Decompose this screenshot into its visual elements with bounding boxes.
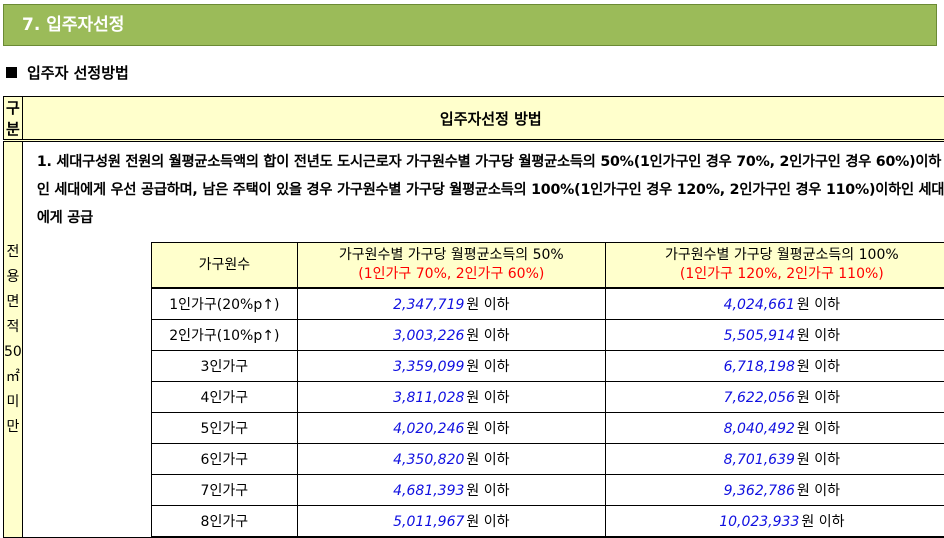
category-line1: 전용면적 [6, 243, 20, 335]
table-body-row: 전용면적 50㎡미만 1. 세대구성원 전원의 월평균소득액의 합이 전년도 도… [3, 139, 944, 538]
income-suffix: 원 이하 [796, 421, 840, 437]
income-header-size: 가구원수 [150, 242, 298, 289]
banner-title: 7. 입주자선정 [22, 15, 125, 35]
income-amount: 5,011,967 [393, 514, 465, 530]
table-row: 2인가구(10%p↑) 3,003,226 원 이하 5,505,914 원 이하 [150, 319, 944, 351]
income-amount: 10,023,933 [719, 514, 800, 530]
income-50-cell: 2,347,719 원 이하 [296, 287, 606, 320]
income-amount: 8,040,492 [723, 421, 795, 437]
income-suffix: 원 이하 [796, 328, 840, 344]
income-rows: 1인가구(20%p↑) 2,347,719 원 이하 4,024,661 원 이하 2인가… [150, 287, 944, 537]
income-50-cell: 3,003,226 원 이하 [296, 319, 606, 351]
income-amount: 6,718,198 [723, 359, 795, 375]
income-suffix: 원 이하 [796, 359, 840, 375]
income-suffix: 원 이하 [796, 452, 840, 468]
income-50-cell: 5,011,967 원 이하 [296, 505, 606, 537]
household-size-cell: 3인가구 [150, 350, 298, 382]
income-header-100-line2: (1인가구 120%, 2인가구 110%) [679, 266, 884, 282]
income-amount: 9,362,786 [723, 483, 795, 499]
income-header-100-line1: 가구원수별 가구당 월평균소득의 100% [664, 247, 899, 263]
income-amount: 3,359,099 [393, 359, 465, 375]
table-row: 6인가구 4,350,820 원 이하 8,701,639 원 이하 [150, 443, 944, 475]
income-100-cell: 4,024,661 원 이하 [604, 287, 944, 320]
selection-method-table: 구 분 입주자선정 방법 전용면적 50㎡미만 1. 세대구성원 전원의 월평균… [3, 96, 944, 538]
method-cell: 1. 세대구성원 전원의 월평균소득액의 합이 전년도 도시근로자 가구원수별 … [21, 139, 944, 538]
income-amount: 4,024,661 [723, 297, 795, 313]
income-amount: 2,347,719 [393, 297, 465, 313]
income-50-cell: 3,359,099 원 이하 [296, 350, 606, 382]
table-row: 1인가구(20%p↑) 2,347,719 원 이하 4,024,661 원 이하 [150, 287, 944, 320]
header-category: 구 분 [3, 96, 23, 141]
income-suffix: 원 이하 [466, 359, 510, 375]
income-suffix: 원 이하 [801, 514, 845, 530]
income-header-100: 가구원수별 가구당 월평균소득의 100% (1인가구 120%, 2인가구 1… [604, 242, 944, 289]
income-amount: 4,350,820 [393, 452, 465, 468]
income-header-50-line2: (1인가구 70%, 2인가구 60%) [358, 266, 545, 282]
category-line2: 50㎡미만 [4, 343, 22, 435]
income-100-cell: 5,505,914 원 이하 [604, 319, 944, 351]
income-suffix: 원 이하 [466, 483, 510, 499]
income-suffix: 원 이하 [796, 483, 840, 499]
income-100-cell: 9,362,786 원 이하 [604, 474, 944, 506]
income-amount: 4,681,393 [393, 483, 465, 499]
household-size-cell: 2인가구(10%p↑) [150, 319, 298, 351]
section-subtitle: 입주자 선정방법 [6, 62, 129, 83]
income-50-cell: 4,681,393 원 이하 [296, 474, 606, 506]
income-suffix: 원 이하 [466, 390, 510, 406]
subtitle-text: 입주자 선정방법 [27, 64, 129, 82]
income-amount: 3,811,028 [393, 390, 465, 406]
income-50-cell: 4,020,246 원 이하 [296, 412, 606, 444]
household-size-cell: 6인가구 [150, 443, 298, 475]
household-size-cell: 4인가구 [150, 381, 298, 413]
income-100-cell: 7,622,056 원 이하 [604, 381, 944, 413]
income-table: 가구원수 가구원수별 가구당 월평균소득의 50% (1인가구 70%, 2인가… [150, 242, 944, 537]
income-amount: 5,505,914 [723, 328, 795, 344]
household-size-cell: 5인가구 [150, 412, 298, 444]
table-row: 5인가구 4,020,246 원 이하 8,040,492 원 이하 [150, 412, 944, 444]
income-100-cell: 8,040,492 원 이하 [604, 412, 944, 444]
household-size-cell: 1인가구(20%p↑) [150, 287, 298, 320]
income-amount: 3,003,226 [393, 328, 465, 344]
income-amount: 8,701,639 [723, 452, 795, 468]
income-suffix: 원 이하 [466, 297, 510, 313]
category-cell: 전용면적 50㎡미만 [3, 139, 23, 538]
income-suffix: 원 이하 [466, 452, 510, 468]
header-method: 입주자선정 방법 [21, 96, 944, 141]
income-amount: 7,622,056 [723, 390, 795, 406]
table-row: 8인가구 5,011,967 원 이하 10,023,933 원 이하 [150, 505, 944, 537]
table-row: 4인가구 3,811,028 원 이하 7,622,056 원 이하 [150, 381, 944, 413]
income-suffix: 원 이하 [796, 390, 840, 406]
income-suffix: 원 이하 [466, 421, 510, 437]
income-suffix: 원 이하 [796, 297, 840, 313]
square-bullet-icon [6, 67, 17, 78]
household-size-cell: 8인가구 [150, 505, 298, 537]
section-banner: 7. 입주자선정 [3, 4, 937, 46]
income-header-50: 가구원수별 가구당 월평균소득의 50% (1인가구 70%, 2인가구 60%… [296, 242, 606, 289]
table-row: 7인가구 4,681,393 원 이하 9,362,786 원 이하 [150, 474, 944, 506]
income-header-50-line1: 가구원수별 가구당 월평균소득의 50% [338, 247, 564, 263]
income-header-row: 가구원수 가구원수별 가구당 월평균소득의 50% (1인가구 70%, 2인가… [150, 242, 944, 289]
method-paragraph: 1. 세대구성원 전원의 월평균소득액의 합이 전년도 도시근로자 가구원수별 … [36, 154, 944, 226]
household-size-cell: 7인가구 [150, 474, 298, 506]
table-header-row: 구 분 입주자선정 방법 [3, 96, 944, 141]
income-50-cell: 3,811,028 원 이하 [296, 381, 606, 413]
table-row: 3인가구 3,359,099 원 이하 6,718,198 원 이하 [150, 350, 944, 382]
income-amount: 4,020,246 [393, 421, 465, 437]
income-suffix: 원 이하 [466, 328, 510, 344]
income-100-cell: 6,718,198 원 이하 [604, 350, 944, 382]
income-100-cell: 8,701,639 원 이하 [604, 443, 944, 475]
income-50-cell: 4,350,820 원 이하 [296, 443, 606, 475]
income-100-cell: 10,023,933 원 이하 [604, 505, 944, 537]
income-suffix: 원 이하 [466, 514, 510, 530]
